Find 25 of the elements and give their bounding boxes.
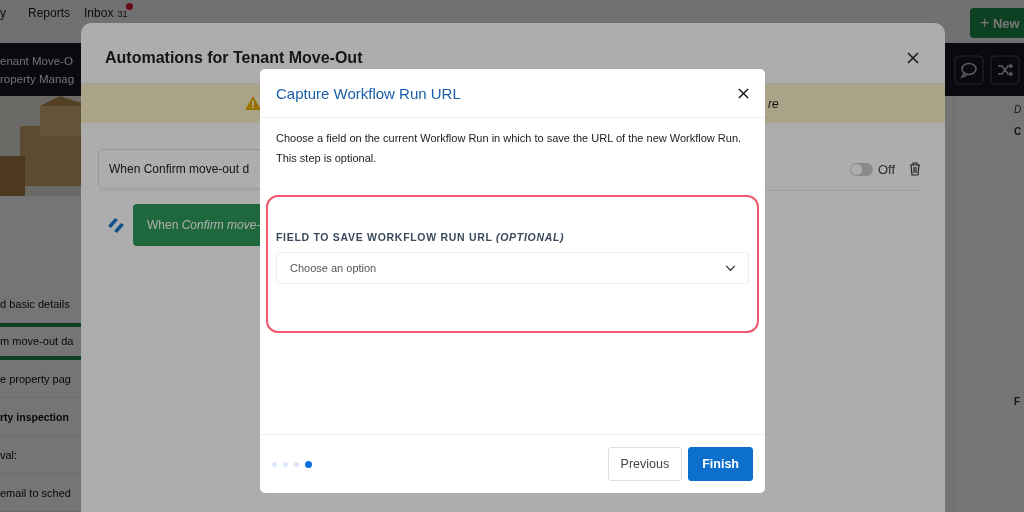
panel-label: C [1014,126,1022,137]
record-subtitle: roperty Manag [0,72,75,85]
logo-icon [106,215,126,235]
dialog-title: Capture Workflow Run URL [276,84,462,102]
shuffle-icon[interactable] [990,54,1020,85]
dialog-title: Automations for Tenant Move-Out [105,49,364,67]
nav-link[interactable]: Reports [28,6,71,20]
toggle-switch[interactable] [849,162,873,176]
trash-icon[interactable] [909,162,921,176]
close-icon[interactable] [907,52,919,64]
nav-link[interactable]: Inbox [84,6,114,20]
comment-icon[interactable] [954,54,984,85]
nav-link[interactable]: y [0,6,6,20]
toggle-label: Off [877,161,895,177]
panel-label: F [1014,396,1021,407]
option-select[interactable]: Choose an option [276,252,749,284]
finish-button[interactable]: Finish [688,447,753,481]
inbox-count: 31 [117,9,128,19]
chevron-down-icon [725,264,736,272]
banner-text: re [768,96,779,111]
new-button[interactable]: + New [970,8,1024,38]
record-title: enant Move-O [0,54,74,67]
close-icon[interactable] [738,87,749,99]
panel-label: D [1014,104,1022,115]
previous-button[interactable]: Previous [607,447,683,481]
